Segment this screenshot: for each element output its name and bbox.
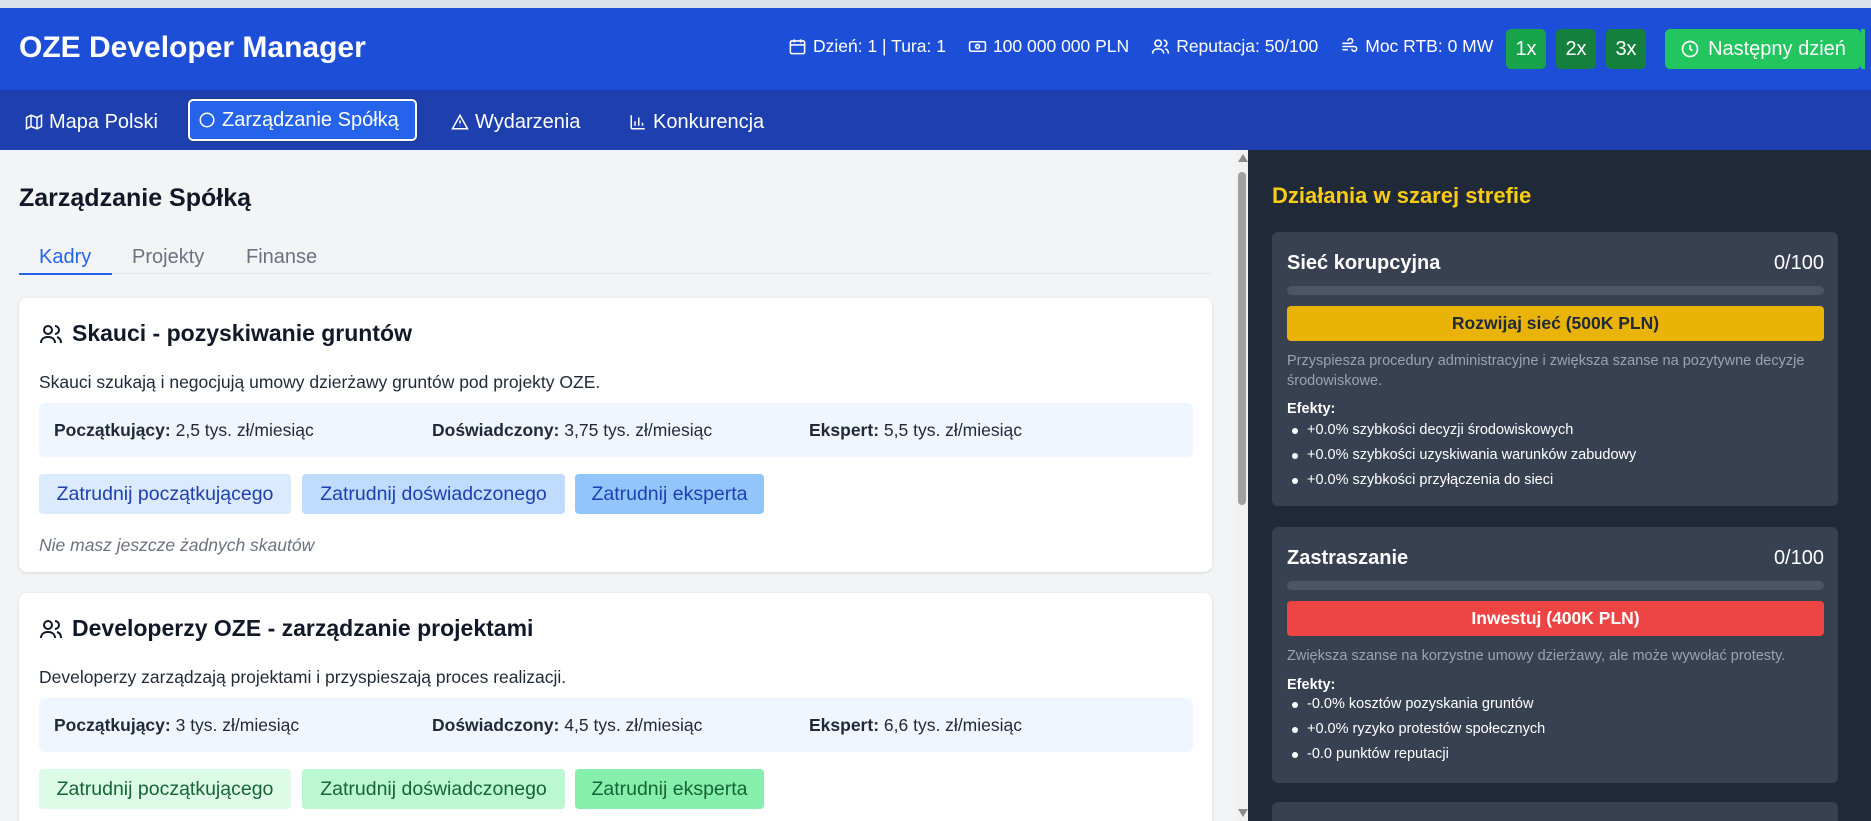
- main-scrollbar[interactable]: [1236, 150, 1248, 821]
- circle-icon: [199, 112, 215, 128]
- scroll-up-arrow-icon[interactable]: [1238, 154, 1248, 162]
- nav-item-map[interactable]: Mapa Polski: [17, 105, 166, 139]
- grey-zone-title: Działania w szarej strefie: [1272, 183, 1532, 208]
- salary-mid: Doświadczony: 4,5 tys. zł/miesiąc: [432, 715, 703, 735]
- hire-junior-developer-button[interactable]: Zatrudnij początkującego: [39, 769, 291, 809]
- develop-network-button[interactable]: Rozwijaj sieć (500K PLN): [1287, 306, 1824, 341]
- nav-item-competition[interactable]: Konkurencja: [621, 105, 772, 139]
- map-icon: [25, 114, 43, 130]
- effect-item: -0.0% kosztów pozyskania gruntów: [1287, 692, 1545, 717]
- corruption-title: Sieć korupcyjna: [1287, 252, 1441, 274]
- developers-card: Developerzy OZE - zarządzanie projektami…: [19, 593, 1212, 821]
- intimidation-description: Zwiększa szanse na korzystne umowy dzier…: [1287, 648, 1786, 664]
- corruption-progress-bar: [1287, 286, 1824, 295]
- scouts-description: Skauci szukają i negocjują umowy dzierża…: [39, 372, 601, 392]
- effect-item: -0.0 punktów reputacji: [1287, 742, 1545, 767]
- effect-item: +0.0% szybkości uzyskiwania warunków zab…: [1287, 443, 1636, 468]
- nav-label-competition: Konkurencja: [653, 110, 765, 133]
- banknote-icon: [968, 40, 987, 53]
- tab-kadry[interactable]: Kadry: [19, 234, 112, 275]
- nav-label-company: Zarządzanie Spółką: [222, 108, 399, 131]
- calendar-icon: [789, 39, 806, 55]
- speed-3x-button[interactable]: 3x: [1606, 29, 1646, 69]
- wind-icon: [1342, 37, 1358, 53]
- day-turn-text: Dzień: 1 | Tura: 1: [813, 36, 946, 56]
- effect-item: +0.0% szybkości decyzji środowiskowych: [1287, 418, 1636, 443]
- corruption-score: 0/100: [1773, 252, 1824, 274]
- users-icon: [40, 324, 62, 343]
- corruption-effects-list: +0.0% szybkości decyzji środowiskowych +…: [1287, 418, 1636, 493]
- nav-item-company[interactable]: Zarządzanie Spółką: [188, 99, 417, 141]
- nav-label-map: Mapa Polski: [49, 110, 158, 133]
- nav-bar: Mapa Polski Zarządzanie Spółką Wydarzeni…: [0, 90, 1871, 150]
- edge-accent: [1861, 29, 1865, 69]
- tab-finanse[interactable]: Finanse: [246, 234, 317, 274]
- scouts-title-text: Skauci - pozyskiwanie gruntów: [72, 320, 412, 346]
- bar-chart-icon: [630, 115, 645, 130]
- users-icon: [1151, 39, 1170, 54]
- power-text: Moc RTB: 0 MW: [1365, 36, 1494, 56]
- intimidation-effects-label: Efekty:: [1287, 677, 1336, 693]
- stat-power: Moc RTB: 0 MW: [1340, 36, 1493, 57]
- salary-mid: Doświadczony: 3,75 tys. zł/miesiąc: [432, 420, 713, 440]
- developers-salary-row: Początkujący: 3 tys. zł/miesiąc Doświadc…: [39, 698, 1193, 752]
- app-window: OZE Developer Manager Dzień: 1 | Tura: 1…: [0, 8, 1871, 821]
- intimidation-card: Zastraszanie 0/100 Inwestuj (400K PLN) Z…: [1272, 527, 1838, 783]
- top-bar: OZE Developer Manager Dzień: 1 | Tura: 1…: [0, 8, 1871, 90]
- developers-description: Developerzy zarządzają projektami i przy…: [39, 667, 567, 687]
- stats-bar: Dzień: 1 | Tura: 1 100 000 000 PLN Reput…: [788, 36, 1493, 57]
- next-day-button[interactable]: Następny dzień: [1665, 29, 1861, 69]
- scroll-down-arrow-icon[interactable]: [1238, 809, 1248, 817]
- grey-zone-panel: Działania w szarej strefie Sieć korupcyj…: [1248, 150, 1871, 821]
- users-icon: [40, 619, 62, 638]
- stat-reputation: Reputacja: 50/100: [1151, 36, 1318, 57]
- intimidation-effects-list: -0.0% kosztów pozyskania gruntów +0.0% r…: [1287, 692, 1545, 767]
- scouts-empty-note: Nie masz jeszcze żadnych skautów: [39, 535, 315, 555]
- effect-item: +0.0% ryzyko protestów społecznych: [1287, 717, 1545, 742]
- app-title: OZE Developer Manager: [19, 31, 366, 64]
- corruption-effects-label: Efekty:: [1287, 401, 1336, 417]
- salary-expert: Ekspert: 6,6 tys. zł/miesiąc: [809, 715, 1023, 735]
- alert-triangle-icon: [451, 113, 469, 130]
- hire-expert-developer-button[interactable]: Zatrudnij eksperta: [575, 769, 764, 809]
- salary-expert: Ekspert: 5,5 tys. zł/miesiąc: [809, 420, 1023, 440]
- reputation-text: Reputacja: 50/100: [1176, 36, 1319, 56]
- scouts-salary-row: Początkujący: 2,5 tys. zł/miesiąc Doświa…: [39, 403, 1193, 457]
- intimidation-progress-bar: [1287, 581, 1824, 590]
- tab-bar: Kadry Projekty Finanse: [19, 234, 1212, 275]
- next-day-label: Następny dzień: [1708, 37, 1846, 60]
- developers-card-title: Developerzy OZE - zarządzanie projektami: [39, 615, 533, 642]
- tab-projekty[interactable]: Projekty: [132, 234, 204, 274]
- speed-1x-button[interactable]: 1x: [1506, 29, 1546, 69]
- effect-item: +0.0% szybkości przyłączenia do sieci: [1287, 468, 1636, 493]
- invest-intimidation-button[interactable]: Inwestuj (400K PLN): [1287, 601, 1824, 636]
- scouts-card: Skauci - pozyskiwanie gruntów Skauci szu…: [19, 298, 1212, 572]
- nav-item-events[interactable]: Wydarzenia: [443, 105, 588, 139]
- money-text: 100 000 000 PLN: [992, 36, 1130, 56]
- scouts-card-title: Skauci - pozyskiwanie gruntów: [39, 320, 412, 347]
- clock-icon: [1681, 40, 1699, 58]
- hire-expert-scout-button[interactable]: Zatrudnij eksperta: [575, 474, 764, 514]
- speed-2x-button[interactable]: 2x: [1556, 29, 1596, 69]
- corruption-description: Przyspiesza procedury administracyjne i …: [1287, 353, 1805, 389]
- corruption-card: Sieć korupcyjna 0/100 Rozwijaj sieć (500…: [1272, 232, 1838, 506]
- salary-junior: Początkujący: 2,5 tys. zł/miesiąc: [54, 420, 314, 440]
- page-title: Zarządzanie Spółką: [19, 184, 252, 212]
- hire-mid-developer-button[interactable]: Zatrudnij doświadczonego: [302, 769, 565, 809]
- scroll-thumb[interactable]: [1238, 172, 1246, 505]
- hire-junior-scout-button[interactable]: Zatrudnij początkującego: [39, 474, 291, 514]
- main-panel: Zarządzanie Spółką Kadry Projekty Finans…: [0, 150, 1236, 821]
- salary-junior: Początkujący: 3 tys. zł/miesiąc: [54, 715, 300, 735]
- intimidation-score: 0/100: [1773, 547, 1824, 569]
- intimidation-title: Zastraszanie: [1287, 547, 1409, 569]
- next-grey-card: [1272, 802, 1838, 821]
- developers-title-text: Developerzy OZE - zarządzanie projektami: [72, 615, 534, 641]
- stat-money: 100 000 000 PLN: [968, 36, 1129, 57]
- hire-mid-scout-button[interactable]: Zatrudnij doświadczonego: [302, 474, 565, 514]
- stat-day-turn: Dzień: 1 | Tura: 1: [788, 36, 946, 57]
- nav-label-events: Wydarzenia: [475, 110, 581, 133]
